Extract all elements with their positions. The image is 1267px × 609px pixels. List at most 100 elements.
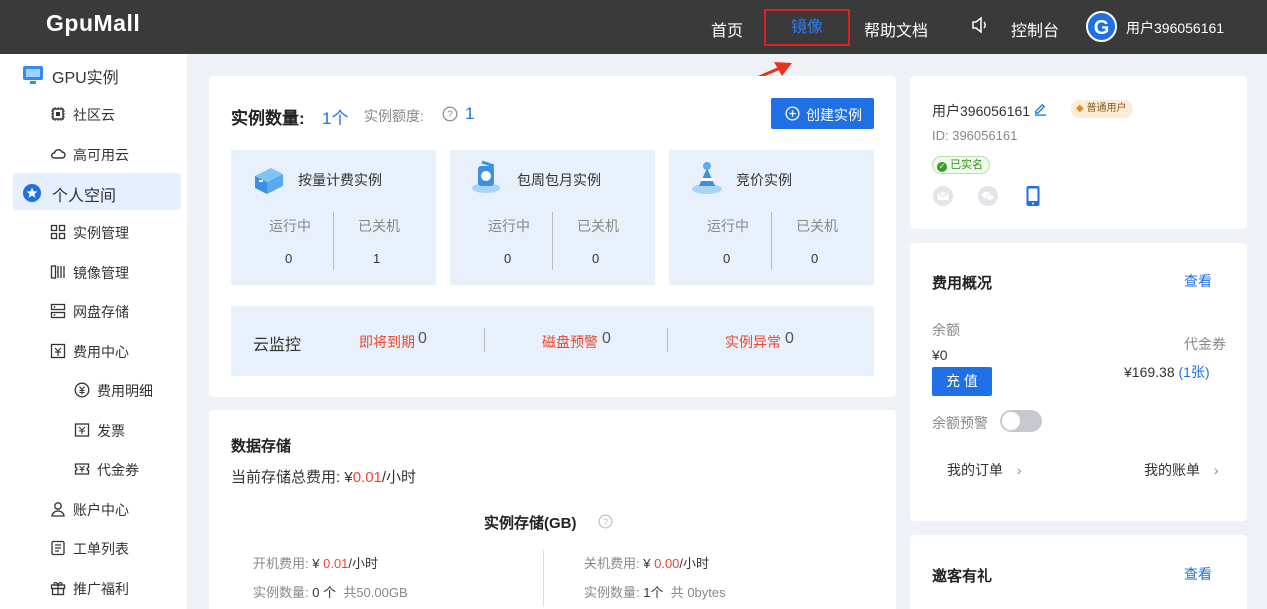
cloud-monitor-title: 云监控 xyxy=(253,337,302,354)
logo[interactable]: GpuMall xyxy=(46,10,140,37)
disk-alert-count: 0 xyxy=(602,330,611,347)
fee-overview-card: 费用概况 查看 余额 ¥0 代金券 ¥169.38 (1张) 充 值 余额预警 … xyxy=(910,243,1247,521)
fee-overview-title: 费用概况 xyxy=(932,275,993,292)
user-level-badge: ◆ 普通用户 xyxy=(1071,100,1134,118)
instance-count-label: 实例数量: xyxy=(231,109,305,128)
sidebar-item-community-cloud[interactable]: 社区云 xyxy=(0,95,187,131)
voucher-value: ¥169.38 xyxy=(1124,364,1175,380)
top-bar: GpuMall 首页 镜像 帮助文档 控制台 G 用户396056161 xyxy=(0,0,1267,54)
sidebar-item-label: 镜像管理 xyxy=(73,265,129,281)
server-stack-icon xyxy=(255,168,283,194)
sidebar-item-label: 高可用云 xyxy=(73,147,129,163)
profile-name: 用户396056161 xyxy=(932,103,1031,119)
sidebar-item-voucher[interactable]: 代金券 xyxy=(0,450,187,486)
sidebar-item-ticket-list[interactable]: 工单列表 xyxy=(0,529,187,565)
email-icon[interactable] xyxy=(933,186,953,206)
running-label: 运行中 xyxy=(707,218,749,234)
sidebar-item-label: 代金券 xyxy=(97,462,139,478)
nav-username[interactable]: 用户396056161 xyxy=(1126,18,1224,38)
sidebar-item-account-center[interactable]: 账户中心 xyxy=(0,490,187,526)
profile-id: ID: 396056161 xyxy=(932,128,1018,143)
stopped-count: 1 xyxy=(373,251,381,266)
nav-mirror[interactable]: 镜像 xyxy=(764,9,850,46)
create-instance-label: 创建实例 xyxy=(806,107,862,123)
currency-symbol: ¥ xyxy=(643,556,651,571)
invite-title: 邀客有礼 xyxy=(932,568,993,585)
invoice-icon xyxy=(74,423,90,437)
my-bills-link[interactable]: 我的账单 › xyxy=(1144,460,1219,480)
subscription-card[interactable]: 包周包月实例 运行中 已关机 0 0 xyxy=(450,150,655,285)
nav-home[interactable]: 首页 xyxy=(711,17,743,41)
help-icon[interactable]: ? xyxy=(442,106,458,122)
sidebar-item-fee-center[interactable]: 费用中心 xyxy=(0,332,187,368)
avatar[interactable]: G xyxy=(1086,11,1117,42)
sidebar-item-disk-storage[interactable]: 网盘存储 xyxy=(0,292,187,328)
stat-card-title: 竞价实例 xyxy=(736,172,792,188)
disk-alert-label[interactable]: 磁盘预警 xyxy=(542,332,598,352)
sidebar-item-promo[interactable]: 推广福利 xyxy=(0,569,187,605)
nav-console[interactable]: 控制台 xyxy=(1011,17,1059,41)
storage-unit: /小时 xyxy=(348,556,379,571)
svg-text:?: ? xyxy=(603,517,608,527)
sidebar-item-mirror-manage[interactable]: 镜像管理 xyxy=(0,253,187,289)
off-count-label: 实例数量: xyxy=(584,585,640,600)
star-badge-icon xyxy=(23,184,41,202)
off-fee-label: 关机费用: xyxy=(584,556,640,571)
sidebar-item-ha-cloud[interactable]: 高可用云 xyxy=(0,135,187,171)
on-total: 共50.00GB xyxy=(343,585,408,600)
sidebar-item-label: 推广福利 xyxy=(73,581,129,597)
sidebar-item-label: 社区云 xyxy=(73,107,115,123)
cloud-monitor-bar: 云监控 即将到期 0 磁盘预警 0 实例异常 0 xyxy=(231,306,874,376)
voucher-amount: ¥169.38 (1张) xyxy=(1124,362,1210,382)
my-bills-label: 我的账单 xyxy=(1144,462,1200,478)
balance-alert-toggle[interactable] xyxy=(1000,410,1042,432)
sidebar-item-label: 实例管理 xyxy=(73,225,129,241)
sidebar-item-fee-detail[interactable]: 费用明细 xyxy=(0,371,187,407)
create-instance-button[interactable]: 创建实例 xyxy=(771,98,874,129)
divider xyxy=(543,550,544,606)
verified-label: 已实名 xyxy=(950,159,984,171)
sidebar-item-label: 费用明细 xyxy=(97,383,153,399)
sidebar-item-instance-manage[interactable]: 实例管理 xyxy=(0,213,187,249)
currency-symbol: ¥ xyxy=(312,556,320,571)
my-orders-link[interactable]: 我的订单 › xyxy=(947,460,1022,480)
voucher-count-link[interactable]: (1张) xyxy=(1179,364,1210,380)
chip-icon xyxy=(51,107,65,121)
pay-as-you-go-card[interactable]: 按量计费实例 运行中 已关机 0 1 xyxy=(231,150,436,285)
nav-help-docs[interactable]: 帮助文档 xyxy=(864,17,928,41)
recharge-button[interactable]: 充 值 xyxy=(932,367,992,396)
sidebar-item-personal-space[interactable]: 个人空间 xyxy=(0,174,187,210)
power-on-count: 实例数量: 0 个 共50.00GB xyxy=(253,582,408,601)
balance-value: ¥0 xyxy=(932,347,948,363)
edit-pencil-icon[interactable] xyxy=(1033,101,1048,116)
power-on-fee: 开机费用: ¥ 0.01/小时 xyxy=(253,553,378,572)
check-icon: ✓ xyxy=(937,162,947,172)
yuan-icon xyxy=(74,382,90,398)
stat-card-title: 包周包月实例 xyxy=(517,172,601,188)
sidebar-item-label: 账户中心 xyxy=(73,502,129,518)
divider xyxy=(667,328,668,352)
instance-storage-title: 实例存储(GB) xyxy=(484,515,577,532)
user-icon xyxy=(51,502,65,517)
fee-view-link[interactable]: 查看 xyxy=(1184,271,1212,291)
sidebar-item-gpu-instance[interactable]: GPU实例 xyxy=(0,56,187,92)
help-icon[interactable]: ? xyxy=(598,514,613,529)
divider xyxy=(771,212,772,270)
instance-abnormal-label[interactable]: 实例异常 xyxy=(725,332,781,352)
currency-symbol: ¥ xyxy=(344,469,353,486)
spot-instance-card[interactable]: 竞价实例 运行中 已关机 0 0 xyxy=(669,150,874,285)
sidebar-item-invoice[interactable]: 发票 xyxy=(0,411,187,447)
storage-title: 数据存储 xyxy=(231,438,292,455)
expiring-label[interactable]: 即将到期 xyxy=(359,332,415,352)
speaker-icon[interactable] xyxy=(970,15,990,35)
stopped-label: 已关机 xyxy=(796,218,838,234)
voucher-icon xyxy=(74,463,90,475)
wechat-icon[interactable] xyxy=(978,186,998,206)
invite-view-link[interactable]: 查看 xyxy=(1184,564,1212,584)
diamond-icon: ◆ xyxy=(1076,103,1084,114)
phone-icon[interactable] xyxy=(1024,185,1042,207)
sidebar-item-label: 工单列表 xyxy=(73,541,129,557)
sidebar-item-label: 个人空间 xyxy=(52,188,117,205)
stat-card-title: 按量计费实例 xyxy=(298,172,382,188)
user-level-label: 普通用户 xyxy=(1086,103,1127,114)
